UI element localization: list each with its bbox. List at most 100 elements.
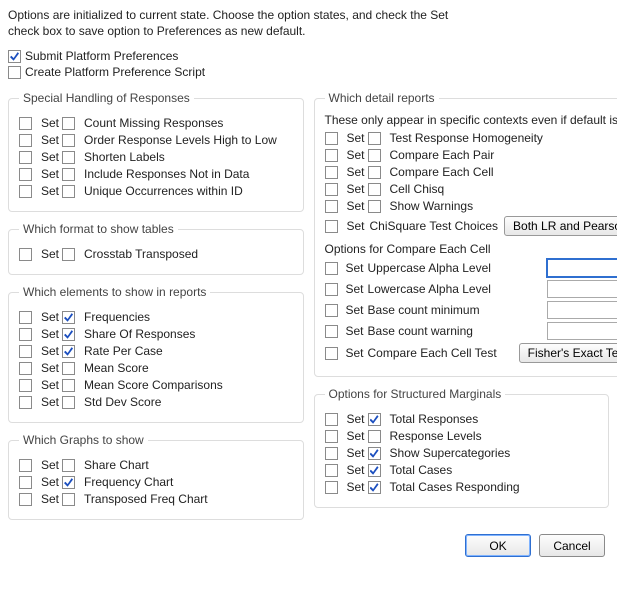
- create-script-checkbox[interactable]: [8, 66, 21, 79]
- report-elements-mean-score-set-checkbox[interactable]: [19, 362, 32, 375]
- intro-line2: check box to save option to Preferences …: [8, 24, 306, 38]
- report-elements-rate-per-case-checkbox[interactable]: [62, 345, 75, 358]
- struct-marg-show-supercategories-set-text: Set: [347, 446, 365, 460]
- graphs-frequency-chart-checkbox[interactable]: [62, 476, 75, 489]
- report-elements-legend: Which elements to show in reports: [19, 285, 210, 299]
- special-handling-order-response-levels-high-to-low-set-checkbox[interactable]: [19, 134, 32, 147]
- special-handling-shorten-labels-checkbox[interactable]: [62, 151, 75, 164]
- struct-marg-response-levels-label: Response Levels: [390, 429, 482, 443]
- compare-lowercase-alpha-level-input[interactable]: [547, 280, 617, 298]
- ok-button[interactable]: OK: [465, 534, 531, 557]
- struct-marg-total-responses-set-checkbox[interactable]: [325, 413, 338, 426]
- graphs-transposed-freq-chart-checkbox[interactable]: [62, 493, 75, 506]
- detail-cell-chisq-set-checkbox[interactable]: [325, 183, 338, 196]
- special-handling-include-responses-not-in-data-label: Include Responses Not in Data: [84, 167, 249, 181]
- graphs-transposed-freq-chart-set-checkbox[interactable]: [19, 493, 32, 506]
- struct-marg-total-responses-label: Total Responses: [390, 412, 479, 426]
- compare-base-count-minimum-label: Base count minimum: [368, 303, 543, 317]
- cancel-button[interactable]: Cancel: [539, 534, 605, 557]
- special-handling-unique-occurrences-within-id-checkbox[interactable]: [62, 185, 75, 198]
- graphs-frequency-chart-label: Frequency Chart: [84, 475, 173, 489]
- struct-marg-total-cases-responding-checkbox[interactable]: [368, 481, 381, 494]
- compare-test-select[interactable]: Fisher's Exact Test: [519, 343, 617, 363]
- detail-reports-note: These only appear in specific contexts e…: [325, 113, 617, 127]
- compare-base-count-warning-input[interactable]: [547, 322, 617, 340]
- compare-test-set-checkbox[interactable]: [325, 347, 338, 360]
- struct-marg-show-supercategories-label: Show Supercategories: [390, 446, 511, 460]
- report-elements-share-of-responses-checkbox[interactable]: [62, 328, 75, 341]
- graphs-transposed-freq-chart-label: Transposed Freq Chart: [84, 492, 208, 506]
- special-handling-shorten-labels-set-checkbox[interactable]: [19, 151, 32, 164]
- table-format-crosstab-transposed-checkbox[interactable]: [62, 248, 75, 261]
- intro-line1: Options are initialized to current state…: [8, 8, 448, 22]
- graphs-share-chart-set-checkbox[interactable]: [19, 459, 32, 472]
- compare-base-count-minimum-input[interactable]: [547, 301, 617, 319]
- struct-marg-total-cases-set-checkbox[interactable]: [325, 464, 338, 477]
- special-handling-unique-occurrences-within-id-set-checkbox[interactable]: [19, 185, 32, 198]
- struct-marg-total-cases-set-text: Set: [347, 463, 365, 477]
- report-elements-share-of-responses-set-checkbox[interactable]: [19, 328, 32, 341]
- special-handling-legend: Special Handling of Responses: [19, 91, 194, 105]
- struct-marg-total-cases-label: Total Cases: [390, 463, 453, 477]
- detail-test-response-homogeneity-label: Test Response Homogeneity: [390, 131, 543, 145]
- report-elements-frequencies-set-checkbox[interactable]: [19, 311, 32, 324]
- graphs-frequency-chart-set-checkbox[interactable]: [19, 476, 32, 489]
- graphs-transposed-freq-chart-set-text: Set: [41, 492, 59, 506]
- report-elements-mean-score-checkbox[interactable]: [62, 362, 75, 375]
- special-handling-shorten-labels-label: Shorten Labels: [84, 150, 165, 164]
- report-elements-rate-per-case-label: Rate Per Case: [84, 344, 163, 358]
- detail-compare-each-cell-label: Compare Each Cell: [390, 165, 494, 179]
- struct-marg-show-supercategories-set-checkbox[interactable]: [325, 447, 338, 460]
- report-elements-mean-score-comparisons-set-checkbox[interactable]: [19, 379, 32, 392]
- report-elements-rate-per-case-set-checkbox[interactable]: [19, 345, 32, 358]
- submit-preferences-checkbox[interactable]: [8, 50, 21, 63]
- detail-compare-each-pair-set-checkbox[interactable]: [325, 149, 338, 162]
- struct-marg-total-responses-checkbox[interactable]: [368, 413, 381, 426]
- report-elements-std-dev-score-set-checkbox[interactable]: [19, 396, 32, 409]
- graphs-share-chart-checkbox[interactable]: [62, 459, 75, 472]
- special-handling-include-responses-not-in-data-checkbox[interactable]: [62, 168, 75, 181]
- compare-cell-header: Options for Compare Each Cell: [325, 242, 617, 256]
- table-format-crosstab-transposed-set-checkbox[interactable]: [19, 248, 32, 261]
- report-elements-frequencies-checkbox[interactable]: [62, 311, 75, 324]
- graphs-legend: Which Graphs to show: [19, 433, 148, 447]
- special-handling-order-response-levels-high-to-low-checkbox[interactable]: [62, 134, 75, 147]
- graphs-frequency-chart-set-text: Set: [41, 475, 59, 489]
- struct-marg-response-levels-set-checkbox[interactable]: [325, 430, 338, 443]
- struct-marg-show-supercategories-checkbox[interactable]: [368, 447, 381, 460]
- compare-uppercase-alpha-level-input[interactable]: [547, 259, 617, 277]
- detail-compare-each-cell-set-checkbox[interactable]: [325, 166, 338, 179]
- report-elements-mean-score-label: Mean Score: [84, 361, 149, 375]
- report-elements-group: Which elements to show in reports SetFre…: [8, 285, 304, 423]
- create-script-label: Create Platform Preference Script: [25, 65, 205, 79]
- special-handling-order-response-levels-high-to-low-label: Order Response Levels High to Low: [84, 133, 277, 147]
- report-elements-mean-score-comparisons-checkbox[interactable]: [62, 379, 75, 392]
- detail-test-response-homogeneity-set-checkbox[interactable]: [325, 132, 338, 145]
- report-elements-frequencies-label: Frequencies: [84, 310, 150, 324]
- struct-marg-total-cases-checkbox[interactable]: [368, 464, 381, 477]
- detail-show-warnings-label: Show Warnings: [390, 199, 474, 213]
- detail-cell-chisq-checkbox[interactable]: [368, 183, 381, 196]
- detail-compare-each-pair-checkbox[interactable]: [368, 149, 381, 162]
- special-handling-count-missing-responses-checkbox[interactable]: [62, 117, 75, 130]
- detail-show-warnings-checkbox[interactable]: [368, 200, 381, 213]
- compare-base-count-minimum-set-checkbox[interactable]: [325, 304, 338, 317]
- compare-base-count-warning-set-checkbox[interactable]: [325, 325, 338, 338]
- table-format-legend: Which format to show tables: [19, 222, 178, 236]
- detail-show-warnings-set-checkbox[interactable]: [325, 200, 338, 213]
- detail-test-response-homogeneity-checkbox[interactable]: [368, 132, 381, 145]
- special-handling-count-missing-responses-set-checkbox[interactable]: [19, 117, 32, 130]
- struct-marg-response-levels-checkbox[interactable]: [368, 430, 381, 443]
- report-elements-std-dev-score-checkbox[interactable]: [62, 396, 75, 409]
- compare-lowercase-alpha-level-label: Lowercase Alpha Level: [368, 282, 543, 296]
- compare-uppercase-alpha-level-set-checkbox[interactable]: [325, 262, 338, 275]
- compare-lowercase-alpha-level-set-checkbox[interactable]: [325, 283, 338, 296]
- detail-compare-each-pair-set-text: Set: [347, 148, 365, 162]
- struct-marg-total-cases-responding-set-checkbox[interactable]: [325, 481, 338, 494]
- special-handling-order-response-levels-high-to-low-set-text: Set: [41, 133, 59, 147]
- special-handling-include-responses-not-in-data-set-checkbox[interactable]: [19, 168, 32, 181]
- struct-marg-total-cases-responding-set-text: Set: [347, 480, 365, 494]
- chisq-select[interactable]: Both LR and Pearson: [504, 216, 617, 236]
- detail-compare-each-cell-checkbox[interactable]: [368, 166, 381, 179]
- chisq-set-checkbox[interactable]: [325, 220, 338, 233]
